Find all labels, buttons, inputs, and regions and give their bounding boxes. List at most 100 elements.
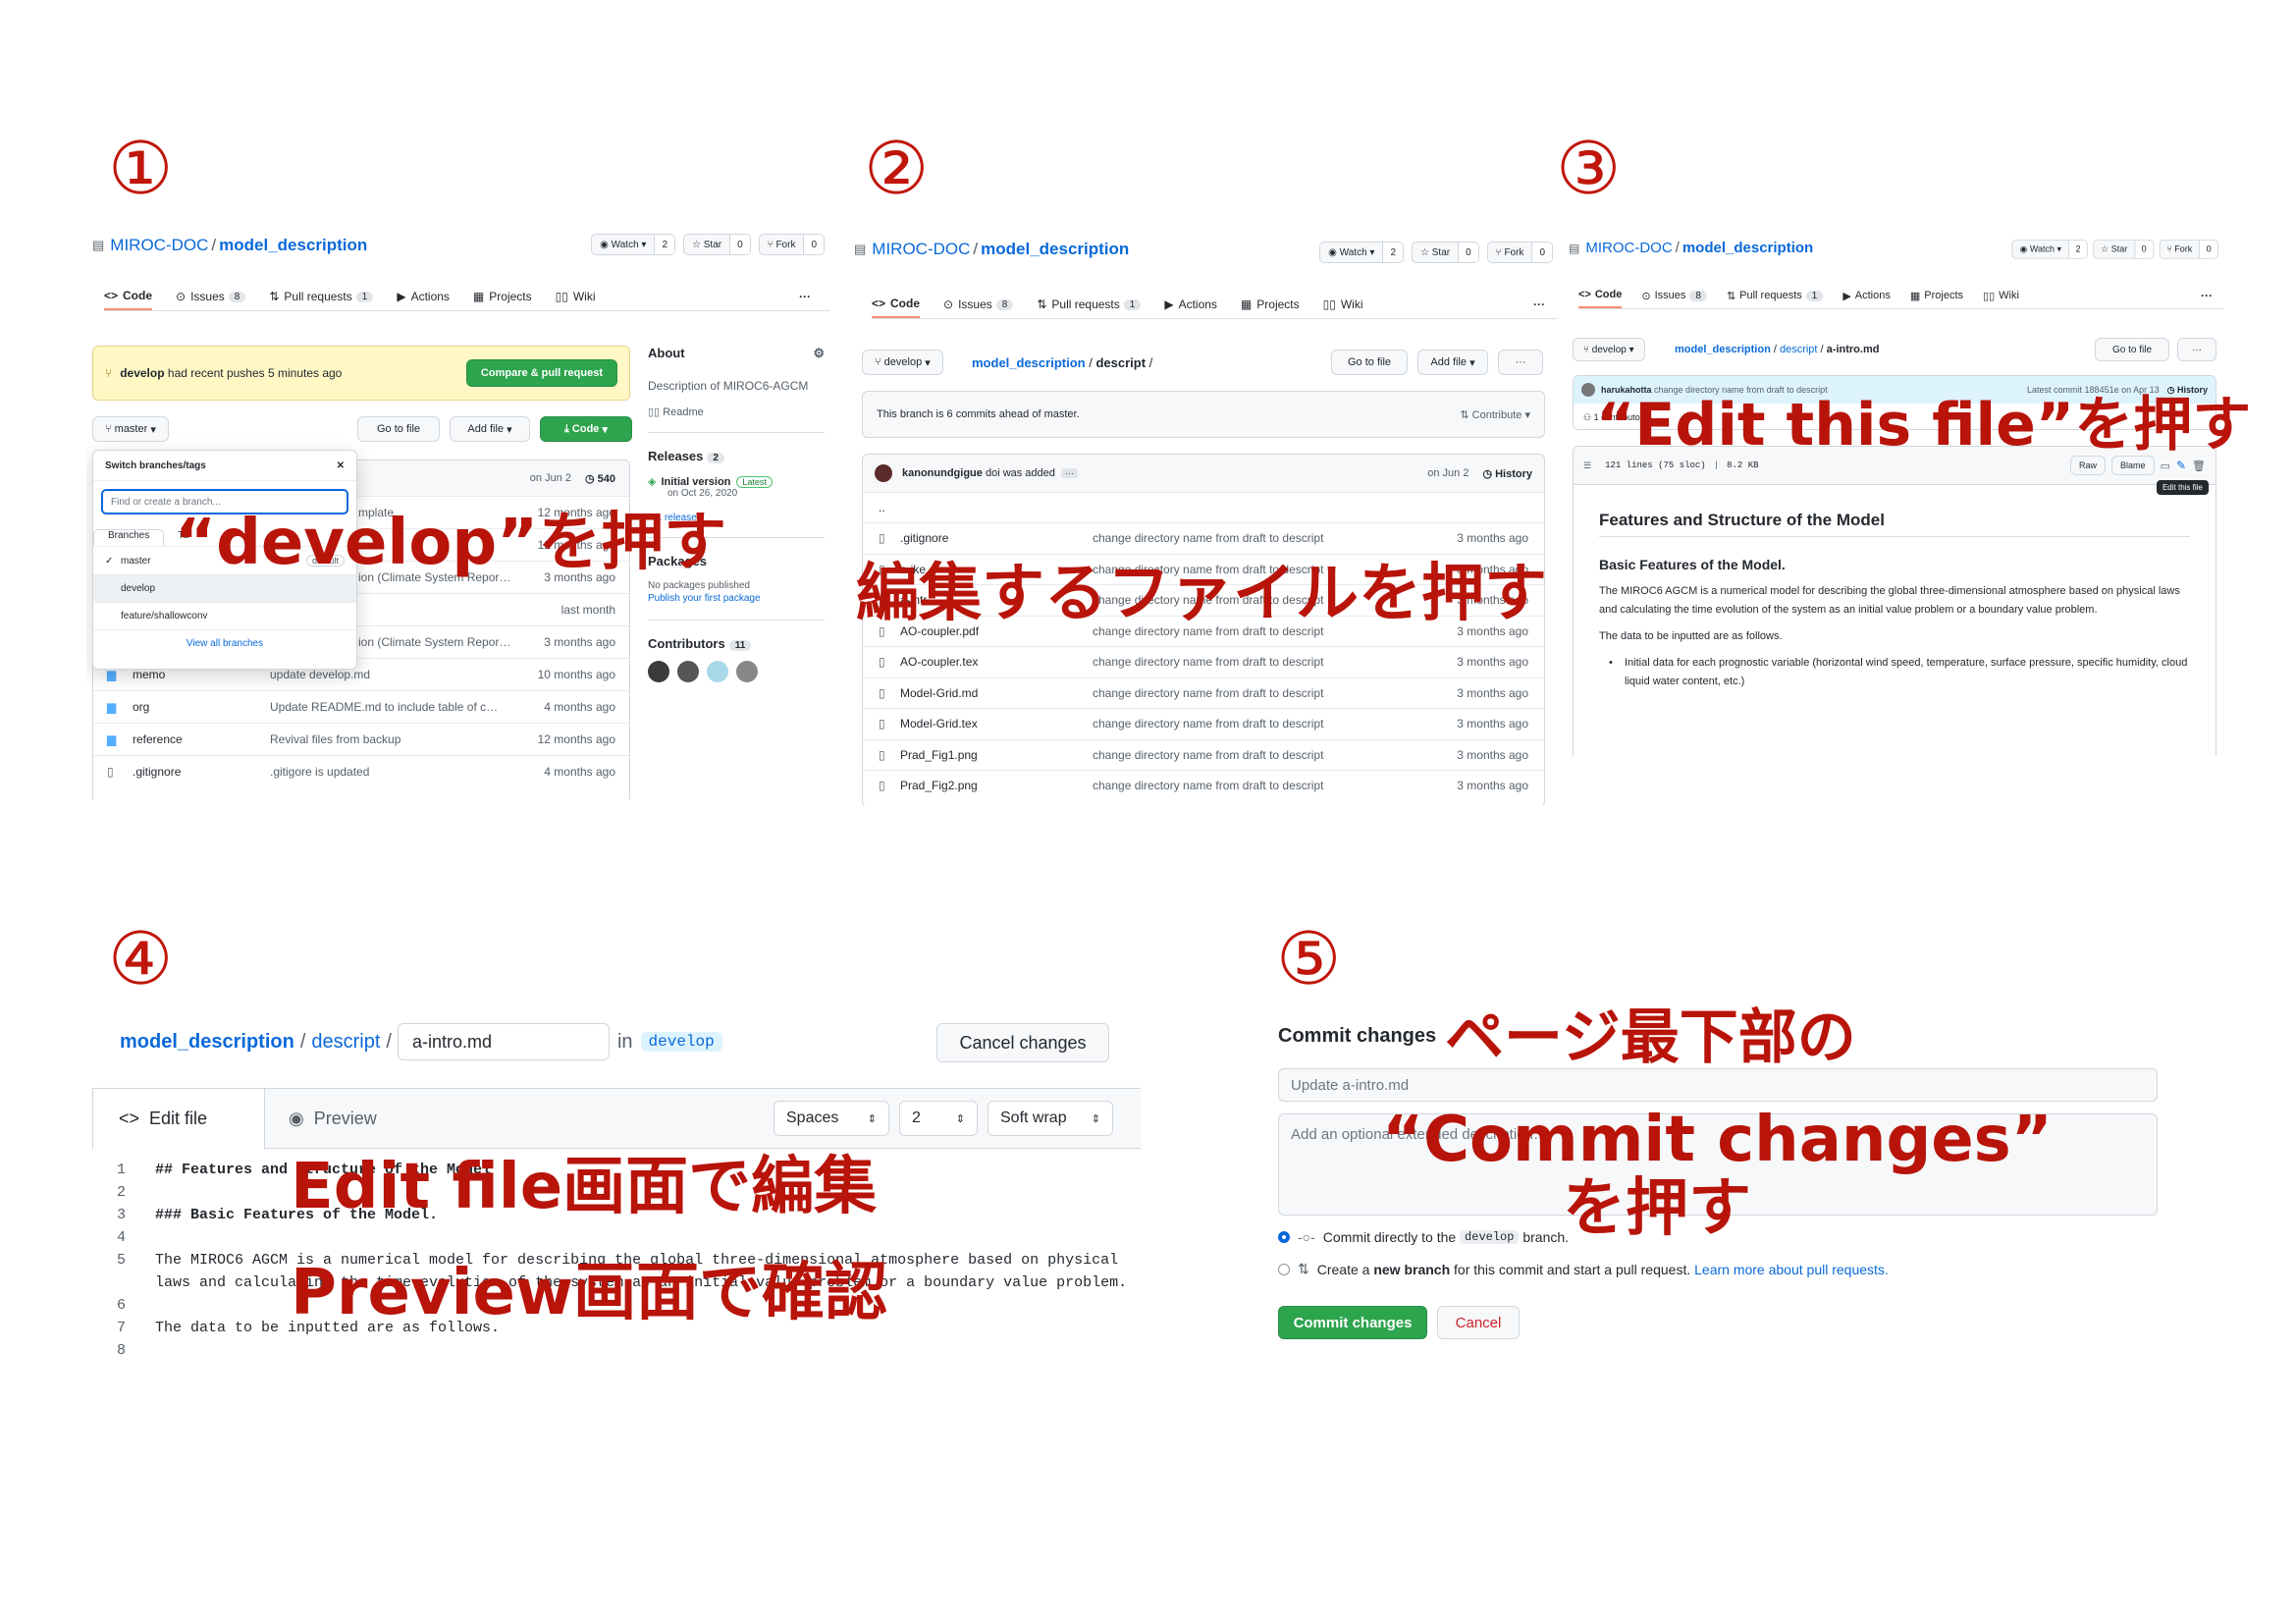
watch-button[interactable]: ◉ Watch ▾ 2 [2011,240,2088,259]
table-row[interactable]: ▯ Prad_Fig2.png change directory name from… [863,770,1544,801]
fork-button[interactable]: ⑂ Fork 0 [2159,240,2218,259]
file-name-link[interactable]: AO-coupler.tex [900,655,1093,669]
table-row[interactable]: ▆ org Update README.md to include table … [93,690,629,723]
avatar[interactable] [1581,383,1595,397]
repo-owner-link[interactable]: MIROC-DOC [110,236,208,255]
avatar[interactable] [707,661,728,683]
tab-actions[interactable]: ▶ Actions [397,283,450,310]
watch-button[interactable]: ◉ Watch ▾ 2 [591,234,675,255]
tab-actions[interactable]: ▶ Actions [1842,283,1891,308]
breadcrumb-dir-link[interactable]: descript [311,1031,380,1054]
tab-wiki[interactable]: ▯▯ Wiki [1323,291,1363,318]
tab-pull-requests[interactable]: ⇅ Pull requests 1 [269,283,374,310]
commit-message[interactable]: change directory name from draft to desc… [1093,717,1387,730]
code-line[interactable]: 4 [92,1226,1141,1249]
commit-message[interactable]: change directory name from draft to desc… [1093,686,1387,700]
gear-icon[interactable]: ⚙ [813,346,825,361]
tab-preview[interactable]: ◉ Preview [289,1089,377,1148]
publish-package-link[interactable]: Publish your first package [648,593,825,604]
tab-pull-requests[interactable]: ⇅ Pull requests 1 [1037,291,1142,318]
breadcrumb-repo-link[interactable]: model_description [1675,344,1771,355]
wrap-mode-select[interactable]: Soft wrap ⇕ [988,1101,1113,1136]
tab-edit-file[interactable]: <> Edit file [92,1088,265,1149]
breadcrumb-repo-link[interactable]: model_description [120,1031,294,1054]
tab-issues[interactable]: ⊙ Issues 8 [943,291,1014,318]
fork-button[interactable]: ⑂ Fork 0 [758,234,825,255]
tab-code[interactable]: <> Code [104,283,153,310]
commit-changes-button[interactable]: Commit changes [1278,1306,1427,1339]
table-row[interactable]: ▯ Prad_Fig1.png change directory name from… [863,738,1544,771]
outline-icon[interactable]: ☰ [1583,460,1591,471]
file-name-link[interactable]: Model-Grid.md [900,686,1093,700]
commit-message[interactable]: update develop.md [270,668,515,681]
radio-selected[interactable] [1278,1231,1290,1243]
star-button[interactable]: ☆ Star 0 [2093,240,2154,259]
table-row[interactable]: ▯ .gitignore .gitigore is updated 4 mont… [93,755,629,787]
tab-pull-requests[interactable]: ⇅ Pull requests 1 [1727,283,1824,308]
avatar[interactable] [875,464,892,482]
branch-select-button[interactable]: ⑂ develop ▾ [862,350,943,375]
commit-message[interactable]: change directory name from draft to desc… [1093,655,1387,669]
avatar[interactable] [736,661,758,683]
table-row[interactable]: ▯ AO-coupler.tex change directory name fro… [863,646,1544,677]
tab-code[interactable]: <> Code [872,291,921,318]
edit-pencil-icon[interactable]: ✎ Edit this file [2156,459,2209,495]
file-name-link[interactable]: org [133,700,270,714]
avatar[interactable] [677,661,699,683]
releases-title[interactable]: Releases 2 [648,432,825,464]
file-name-link[interactable]: Prad_Fig1.png [900,748,1093,762]
tab-wiki[interactable]: ▯▯ Wiki [556,283,596,310]
tab-actions[interactable]: ▶ Actions [1164,291,1217,318]
cancel-button[interactable]: Cancel [1437,1306,1520,1339]
table-row[interactable]: ▯ Model-Grid.tex change directory name fro… [863,708,1544,739]
add-file-button[interactable]: Add file ▾ [1417,350,1488,375]
commit-message[interactable]: Update README.md to include table of c… [270,700,515,714]
branch-item-feature[interactable]: feature/shallowconv [93,602,356,629]
file-name-link[interactable]: Prad_Fig2.png [900,779,1093,792]
add-file-button[interactable]: Add file ▾ [450,416,530,442]
contributors-title[interactable]: Contributors 11 [648,620,825,652]
branch-select-button[interactable]: ⑂ master ▾ [92,416,169,442]
code-download-button[interactable]: ⤓ Code ▾ [540,416,632,442]
tab-wiki[interactable]: ▯▯ Wiki [1983,283,2019,308]
learn-more-link[interactable]: Learn more about pull requests. [1694,1262,1889,1277]
go-to-file-button[interactable]: Go to file [1331,350,1408,375]
parent-directory-row[interactable]: .. [863,492,1544,522]
tabs-more-button[interactable]: ··· [2201,283,2213,308]
star-button[interactable]: ☆ Star 0 [1412,242,1479,263]
close-icon[interactable]: ✕ [337,460,345,471]
tab-projects[interactable]: ▦ Projects [1241,291,1300,318]
tabs-more-button[interactable]: ··· [1533,291,1545,318]
radio-unselected[interactable] [1278,1263,1290,1275]
commit-message[interactable]: Revival files from backup [270,732,515,746]
watch-button[interactable]: ◉ Watch ▾ 2 [1319,242,1404,263]
table-row[interactable]: ▯ Model-Grid.md change directory name from… [863,676,1544,709]
contribute-button[interactable]: ⇅ Contribute ▾ [1460,408,1530,421]
table-row[interactable]: ▯ .gitignore change directory name from dr… [863,522,1544,554]
repo-name-link[interactable]: model_description [981,240,1129,259]
tab-projects[interactable]: ▦ Projects [1910,283,1963,308]
more-options-button[interactable]: ··· [1498,350,1543,375]
file-name-link[interactable]: memo [133,668,270,681]
expand-commit-button[interactable]: ··· [1060,468,1078,478]
file-name-link[interactable]: Model-Grid.tex [900,717,1093,730]
tab-issues[interactable]: ⊙ Issues 8 [176,283,246,310]
tab-code[interactable]: <> Code [1578,283,1623,308]
filename-input[interactable]: a-intro.md [397,1023,610,1060]
history-link[interactable]: ◷ History [1482,467,1532,480]
commit-message[interactable]: change directory name from draft to desc… [1093,748,1387,762]
trash-icon[interactable]: 🗑 [2192,460,2206,472]
indent-mode-select[interactable]: Spaces ⇕ [774,1101,889,1136]
commit-message[interactable]: change directory name from draft to desc… [1093,779,1387,792]
repo-owner-link[interactable]: MIROC-DOC [872,240,970,259]
fork-button[interactable]: ⑂ Fork 0 [1486,242,1553,263]
star-button[interactable]: ☆ Star 0 [683,234,751,255]
branch-select-button[interactable]: ⑂ develop ▾ [1573,338,1645,361]
commit-message[interactable]: doi was added [986,467,1055,479]
release-item[interactable]: ◈ Initial version Latest [648,475,825,488]
commit-summary-input[interactable]: Update a-intro.md [1278,1068,2158,1102]
tab-branches[interactable]: Branches [93,529,165,546]
table-row[interactable]: ▆ reference Revival files from backup 12… [93,723,629,755]
file-name-link[interactable]: reference [133,732,270,746]
view-all-branches-link[interactable]: View all branches [93,629,356,657]
